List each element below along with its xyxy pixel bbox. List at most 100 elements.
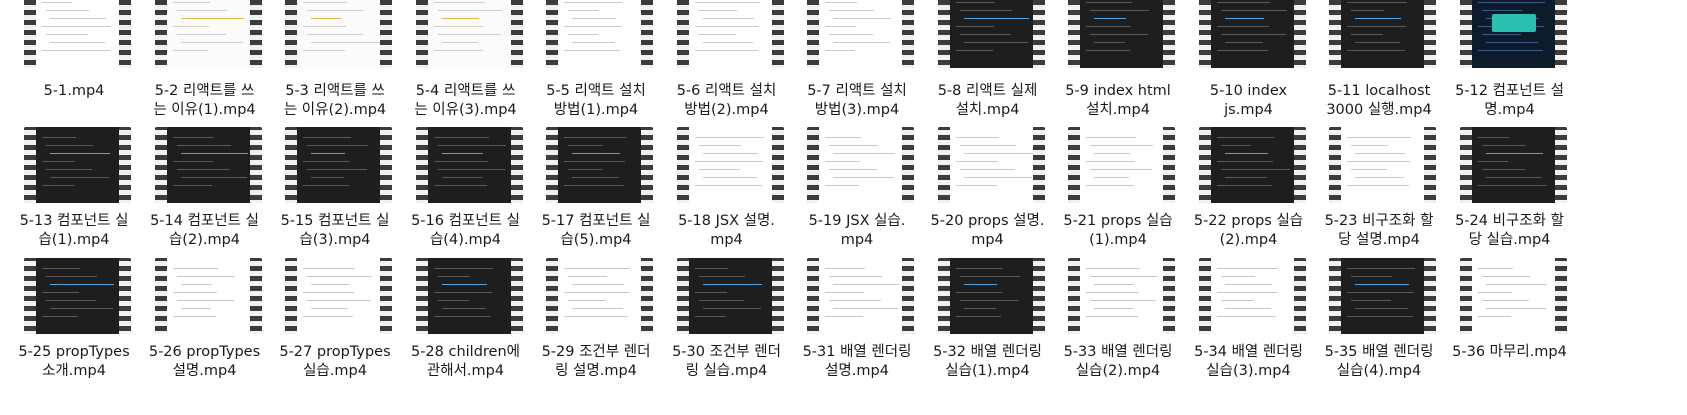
film-perforation-left xyxy=(1329,258,1341,334)
thumbnail-line xyxy=(1477,185,1547,186)
thumbnail-line xyxy=(50,284,114,285)
file-name: 5-33 배열 렌더링 실습(2).mp4 xyxy=(1063,344,1173,379)
thumbnail-line xyxy=(1351,300,1391,301)
video-thumbnail xyxy=(676,258,784,334)
thumbnail-line xyxy=(564,161,625,162)
thumbnail-line xyxy=(702,177,757,178)
thumbnail-line xyxy=(176,276,235,277)
thumbnail-line xyxy=(829,145,878,146)
film-perforation-right xyxy=(249,127,262,203)
thumbnail-line xyxy=(1094,177,1129,178)
thumbnail-line xyxy=(694,292,727,293)
file-item[interactable]: 5-33 배열 렌더링 실습(2).mp4 xyxy=(1048,0,1188,379)
file-item[interactable]: 5-25 propTypes 소개.mp4 xyxy=(4,0,144,379)
thumbnail-line xyxy=(1216,316,1276,317)
thumbnail-line xyxy=(1477,316,1511,317)
thumbnail-line xyxy=(46,145,93,146)
video-thumbnail xyxy=(676,127,784,203)
file-name: 5-21 props 실습 (1).mp4 xyxy=(1063,213,1173,248)
thumbnail-line xyxy=(1355,153,1405,154)
file-item[interactable]: 5-27 propTypes 실습.mp4 xyxy=(265,0,405,379)
thumbnail-line xyxy=(1355,308,1408,309)
thumbnail-line xyxy=(441,177,482,178)
thumbnail-line xyxy=(172,185,212,186)
thumbnail-line xyxy=(1216,292,1277,293)
film-perforation-right xyxy=(510,127,523,203)
video-thumbnail xyxy=(1459,127,1567,203)
thumbnail-line xyxy=(698,300,744,301)
file-item[interactable]: 5-26 propTypes 설명.mp4 xyxy=(135,0,275,379)
file-item[interactable]: 5-34 배열 렌더링 실습(3).mp4 xyxy=(1179,0,1319,379)
thumbnail-line xyxy=(42,268,80,269)
file-name: 5-22 props 실습 (2).mp4 xyxy=(1193,213,1304,248)
thumbnail-line xyxy=(46,169,92,170)
thumbnail-line xyxy=(698,145,741,146)
film-perforation-left xyxy=(807,127,819,203)
thumbnail-line xyxy=(825,137,861,138)
file-name: 5-28 children에 관해서.mp4 xyxy=(410,344,521,379)
thumbnail-line xyxy=(307,300,371,301)
file-item[interactable]: 5-32 배열 렌더링 실습(1).mp4 xyxy=(918,0,1058,379)
file-item[interactable]: 5-29 조건부 렌더 링 설명.mp4 xyxy=(526,0,666,379)
video-thumbnail xyxy=(24,127,131,203)
thumbnail-line xyxy=(437,145,506,146)
film-perforation-left xyxy=(1198,258,1211,334)
film-perforation-left xyxy=(1329,127,1341,203)
thumbnail-line xyxy=(572,308,623,309)
thumbnail-line xyxy=(963,308,996,309)
thumbnail-frame xyxy=(297,258,380,334)
thumbnail-line xyxy=(433,137,489,138)
thumbnail-line xyxy=(303,137,351,138)
thumbnail-line xyxy=(694,161,763,162)
film-perforation-right xyxy=(902,258,914,334)
thumbnail-line xyxy=(1481,300,1529,301)
file-name: 5-20 props 설명. mp4 xyxy=(930,213,1045,248)
thumbnail-line xyxy=(1347,292,1414,293)
thumbnail-line xyxy=(46,276,97,277)
thumbnail-line xyxy=(172,137,214,138)
file-item[interactable]: 5-30 조건부 렌더 링 실습.mp4 xyxy=(657,0,797,379)
file-name: 5-30 조건부 렌더 링 실습.mp4 xyxy=(672,344,781,379)
thumbnail-frame xyxy=(427,258,511,334)
thumbnail-line xyxy=(303,316,353,317)
file-grid: 5-1.mp4 5-2 리액트를 쓰 는 이유(1).mp4 5-3 리액트를 쓰 … xyxy=(0,0,1687,415)
film-perforation-right xyxy=(119,127,131,203)
file-item[interactable]: 5-31 배열 렌더링 설명.mp4 xyxy=(787,0,927,379)
file-name: 5-24 비구조화 할 당 실습.mp4 xyxy=(1455,213,1564,248)
thumbnail-line xyxy=(1485,284,1547,285)
thumbnail-line xyxy=(42,161,75,162)
file-item[interactable]: 5-36 마무리.mp4 xyxy=(1440,0,1580,360)
film-perforation-left xyxy=(807,258,819,334)
thumbnail-frame xyxy=(1210,258,1294,334)
film-perforation-left xyxy=(285,258,297,334)
thumbnail-line xyxy=(1086,161,1135,162)
film-perforation-left xyxy=(1459,127,1472,203)
thumbnail-line xyxy=(955,185,997,186)
thumbnail-line xyxy=(702,153,758,154)
file-name: 5-19 JSX 실습. mp4 xyxy=(808,213,906,248)
film-perforation-right xyxy=(119,258,131,334)
thumbnail-line xyxy=(1220,145,1251,146)
thumbnail-frame xyxy=(949,258,1033,334)
thumbnail-frame xyxy=(1080,258,1163,334)
film-perforation-right xyxy=(771,258,784,334)
file-name: 5-15 컴포넌트 실 습(3).mp4 xyxy=(280,213,390,248)
film-perforation-right xyxy=(1554,127,1567,203)
film-perforation-right xyxy=(1424,258,1436,334)
thumbnail-line xyxy=(1347,161,1410,162)
thumbnail-line xyxy=(702,308,761,309)
thumbnail-frame xyxy=(819,258,902,334)
thumbnail-line xyxy=(833,153,895,154)
thumbnail-line xyxy=(825,185,859,186)
thumbnail-line xyxy=(572,153,620,154)
thumbnail-line xyxy=(172,292,217,293)
thumbnail-line xyxy=(1355,177,1404,178)
thumbnail-line xyxy=(1481,169,1525,170)
thumbnail-line xyxy=(433,316,491,317)
file-item[interactable]: 5-35 배열 렌더링 실습(4).mp4 xyxy=(1309,0,1449,379)
film-perforation-left xyxy=(676,127,689,203)
thumbnail-line xyxy=(959,169,1015,170)
video-thumbnail xyxy=(1329,258,1436,334)
file-item[interactable]: 5-28 children에 관해서.mp4 xyxy=(396,0,536,379)
thumbnail-line xyxy=(1216,268,1278,269)
